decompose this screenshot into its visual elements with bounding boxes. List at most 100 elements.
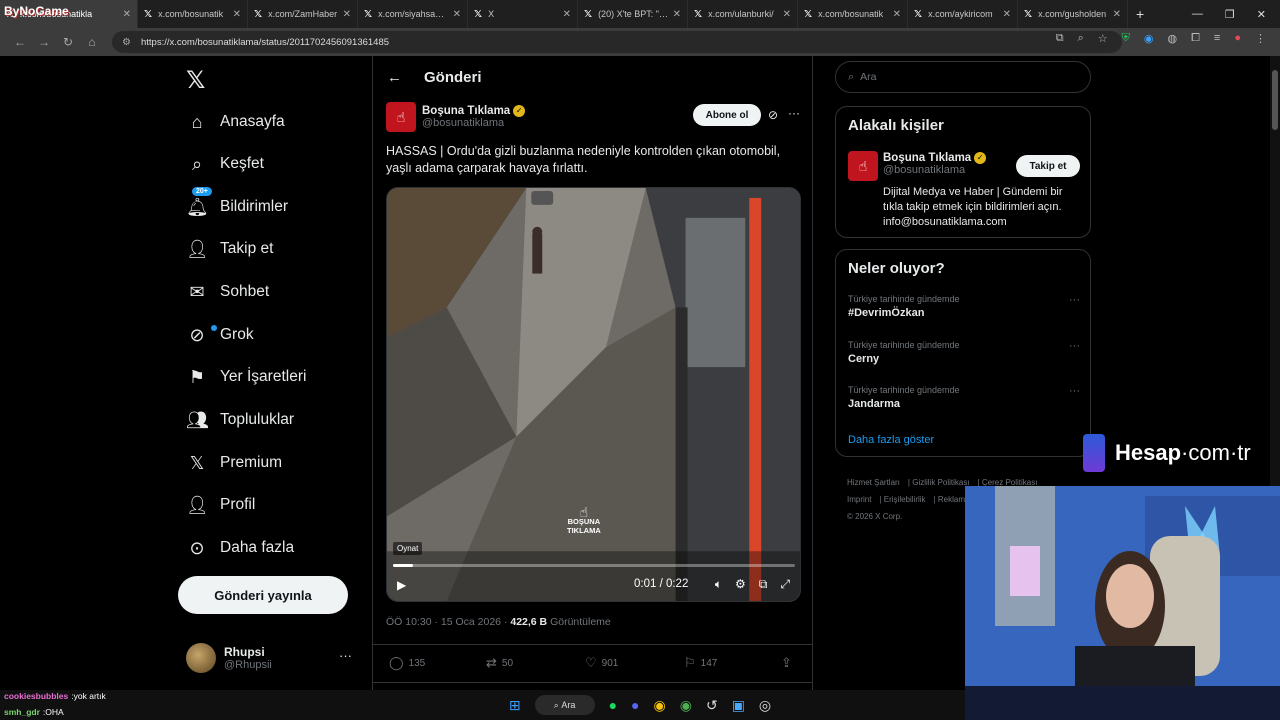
author-avatar[interactable]: ☝ [386, 102, 416, 132]
more-icon[interactable]: ··· [339, 648, 352, 663]
author-name[interactable]: Boşuna Tıklama ✓ [422, 105, 526, 117]
nav-item-chat[interactable]: ✉ Sohbet [186, 274, 269, 310]
url-field[interactable]: ⚙ https://x.com/bosunatiklama/status/201… [112, 31, 1122, 53]
pip-icon[interactable]: ⧉ [759, 577, 768, 592]
account-switcher[interactable]: Rhupsi @Rhupsii ··· [186, 636, 364, 680]
nav-item-more[interactable]: ⊙ Daha fazla [186, 530, 294, 566]
browser-tab[interactable]: 𝕏x.com/bosunatik ✕ [138, 0, 248, 28]
post-date[interactable]: 15 Oca 2026 [441, 616, 501, 628]
grok-explain-icon[interactable]: ⊘ [768, 108, 778, 122]
post-author[interactable]: ☝ Boşuna Tıklama ✓ @bosunatiklama [386, 102, 526, 132]
share-button[interactable]: ⇪ [781, 655, 797, 671]
x-logo-icon[interactable]: 𝕏 [186, 66, 205, 95]
post-time[interactable]: ÖÖ 10:30 [386, 616, 432, 628]
fullscreen-icon[interactable]: ⤢ [780, 577, 790, 592]
video-player[interactable]: ☝ BOŞUNA TIKLAMA Oynat ▶ 0:01 / 0:22 🔈︎ … [386, 187, 801, 602]
nav-item-notifications[interactable]: 🔔︎ 20+ Bildirimler [186, 187, 288, 225]
nav-item-home[interactable]: ⌂ Anasayfa [186, 104, 285, 140]
close-window-icon[interactable]: ✕ [1257, 8, 1266, 21]
close-tab-icon[interactable]: ✕ [673, 9, 681, 20]
nav-item-follow[interactable]: 👤︎ Takip et [186, 231, 273, 267]
trend-more-icon[interactable]: ··· [1069, 340, 1080, 352]
zoom-icon[interactable]: ⌕ [1078, 32, 1084, 45]
chrome-icon[interactable]: ◉ [654, 697, 666, 714]
related-avatar[interactable]: ☝ [848, 151, 878, 181]
spotify-icon[interactable]: ● [609, 697, 617, 713]
settings-icon[interactable]: ⚙ [735, 577, 746, 592]
author-handle[interactable]: @bosunatiklama [422, 117, 525, 129]
back-arrow-icon[interactable]: ← [387, 69, 402, 86]
follow-button[interactable]: Takip et [1016, 155, 1080, 177]
bookmark-button[interactable]: ⚐ 147 [684, 655, 717, 671]
trend-item[interactable]: Türkiye tarihinde gündemde #DevrimÖzkan … [848, 294, 1080, 319]
obs-icon[interactable]: ◎ [759, 697, 771, 714]
install-icon[interactable]: ⧉ [1056, 32, 1064, 45]
close-tab-icon[interactable]: ✕ [783, 9, 791, 20]
nav-item-premium[interactable]: 𝕏 Premium [186, 445, 282, 481]
extension-icon[interactable]: ◍ [1168, 32, 1178, 45]
sound-icon[interactable]: ◉ [1144, 32, 1154, 45]
home-browser-icon[interactable]: ⌂ [80, 35, 104, 49]
minimize-icon[interactable]: — [1192, 8, 1203, 20]
star-icon[interactable]: ☆ [1098, 32, 1108, 45]
nav-item-communities[interactable]: 👥︎ Topluluklar [186, 402, 294, 438]
footer-link[interactable]: Imprint [847, 495, 871, 504]
close-tab-icon[interactable]: ✕ [1113, 9, 1121, 20]
puzzle-icon[interactable]: ⧠ [1191, 32, 1200, 45]
post-button[interactable]: Gönderi yayınla [178, 576, 348, 614]
video-progress-bar[interactable] [393, 564, 795, 567]
chrome-profile-icon[interactable]: ◉ [680, 697, 692, 714]
maximize-icon[interactable]: ❐ [1225, 8, 1235, 21]
close-tab-icon[interactable]: ✕ [343, 9, 351, 20]
shield-icon[interactable]: ⛨ [1122, 32, 1130, 45]
browser-tab[interactable]: 𝕏x.com/ulanburki/✕ [688, 0, 798, 28]
trend-more-icon[interactable]: ··· [1069, 385, 1080, 397]
browser-tab[interactable]: 𝕏x.com/bosunatik ✕ [798, 0, 908, 28]
media-icon[interactable]: ≡ [1214, 32, 1220, 45]
footer-link[interactable]: Erişilebilirlik [884, 495, 926, 504]
close-tab-icon[interactable]: ✕ [563, 9, 571, 20]
app-icon[interactable]: ↺ [706, 697, 718, 714]
volume-icon[interactable]: 🔈︎ [715, 577, 722, 592]
menu-icon[interactable]: ⋮ [1255, 32, 1266, 45]
site-info-icon[interactable]: ⚙ [122, 37, 131, 48]
taskbar-search[interactable]: ⌕ Ara [534, 695, 595, 715]
scrollbar-thumb[interactable] [1272, 70, 1278, 130]
discord-icon[interactable]: ● [631, 697, 639, 713]
footer-link[interactable]: Gizlilik Politikası [912, 478, 969, 487]
gallery-icon[interactable]: ▣ [732, 697, 745, 714]
browser-tab[interactable]: 𝕏x.com/ZamHaber ✕ [248, 0, 358, 28]
browser-tab[interactable]: 𝕏x.com/gusholden ✕ [1018, 0, 1128, 28]
windows-start-icon[interactable]: ⊞ [509, 697, 521, 714]
show-more-link[interactable]: Daha fazla göster [848, 434, 934, 446]
post-more-icon[interactable]: ··· [788, 106, 800, 120]
search-input[interactable]: ⌕ Ara [835, 61, 1091, 93]
nav-item-bookmarks[interactable]: ⚑ Yer İşaretleri [186, 359, 307, 395]
related-name[interactable]: Boşuna Tıklama ✓ [883, 152, 987, 164]
close-tab-icon[interactable]: ✕ [453, 9, 461, 20]
nav-item-explore[interactable]: ⌕ Keşfet [186, 146, 264, 182]
reload-icon[interactable]: ↻ [56, 35, 80, 49]
back-icon[interactable]: ← [8, 35, 32, 49]
footer-link[interactable]: Reklam [938, 495, 965, 504]
browser-tab[interactable]: 𝕏 (20) X'te BPT: "İstı ✕ [578, 0, 688, 28]
nav-item-grok[interactable]: ⊘ Grok [186, 317, 253, 353]
close-tab-icon[interactable]: ✕ [123, 9, 131, 20]
footer-link[interactable]: Hizmet Şartları [847, 478, 900, 487]
play-icon[interactable]: ▶ [397, 578, 406, 592]
related-handle[interactable]: @bosunatiklama [883, 164, 986, 176]
subscribe-button[interactable]: Abone ol [693, 104, 761, 126]
close-tab-icon[interactable]: ✕ [893, 9, 901, 20]
profile-avatar-icon[interactable]: ● [1234, 32, 1241, 45]
repost-button[interactable]: ⇄ 50 [486, 655, 513, 671]
forward-icon[interactable]: → [32, 35, 56, 49]
nav-item-profile[interactable]: 👤︎ Profil [186, 487, 255, 523]
browser-tab[interactable]: 𝕏x.com/siyahsanca ✕ [358, 0, 468, 28]
new-tab-icon[interactable]: + [1136, 6, 1144, 22]
close-tab-icon[interactable]: ✕ [233, 9, 241, 20]
trend-item[interactable]: Türkiye tarihinde gündemde Jandarma ··· [848, 385, 1080, 410]
close-tab-icon[interactable]: ✕ [1003, 9, 1011, 20]
reply-button[interactable]: ◯ 135 [389, 655, 425, 671]
trend-more-icon[interactable]: ··· [1069, 294, 1080, 306]
trend-item[interactable]: Türkiye tarihinde gündemde Cerny ··· [848, 340, 1080, 365]
